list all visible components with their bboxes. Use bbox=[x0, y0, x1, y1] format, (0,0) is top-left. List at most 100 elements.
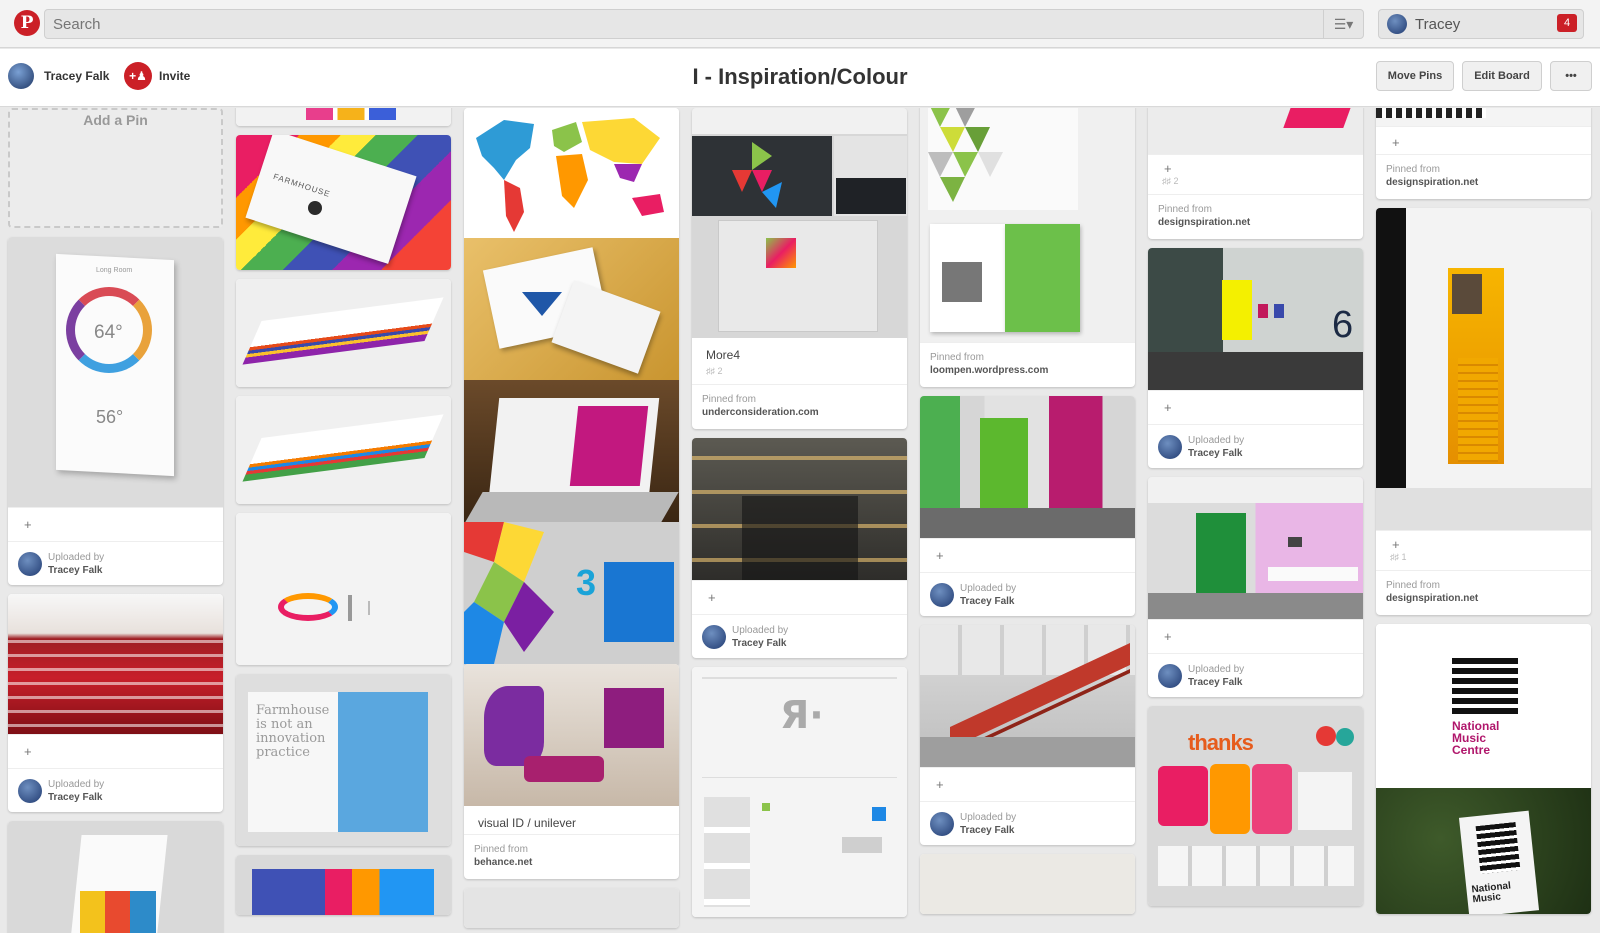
add-to-board-icon[interactable]: + bbox=[692, 580, 907, 614]
pin-image[interactable]: National Music Centre National Music bbox=[1376, 624, 1591, 914]
pin-image[interactable] bbox=[920, 396, 1135, 538]
add-to-board-icon[interactable]: + bbox=[920, 538, 1135, 572]
pin-source[interactable]: Pinned from designspiration.net bbox=[1376, 570, 1591, 615]
add-to-board-icon[interactable]: + bbox=[1148, 154, 1363, 176]
pin-card[interactable] bbox=[236, 279, 451, 387]
pin-card[interactable] bbox=[236, 513, 451, 665]
pin-column: Pinned from loompen.wordpress.com + Uplo… bbox=[920, 108, 1135, 923]
pin-image[interactable]: 3 bbox=[464, 522, 679, 664]
pin-image[interactable] bbox=[920, 854, 1135, 914]
mural-number: 3 bbox=[576, 562, 597, 603]
pin-uploader[interactable]: Uploaded by Tracey Falk bbox=[8, 768, 223, 812]
pin-card[interactable]: 3 bbox=[464, 522, 679, 664]
pin-uploader[interactable]: Uploaded by Tracey Falk bbox=[1148, 653, 1363, 697]
search-menu-icon[interactable]: ☰▾ bbox=[1323, 10, 1363, 38]
pin-uploader[interactable]: Uploaded by Tracey Falk bbox=[692, 614, 907, 658]
pin-card[interactable]: + Pinned from designspiration.net bbox=[1376, 108, 1591, 199]
pin-card[interactable]: + Uploaded by Tracey Falk bbox=[692, 438, 907, 658]
pin-uploader[interactable]: Uploaded by Tracey Falk bbox=[8, 541, 223, 585]
pin-image[interactable] bbox=[1376, 108, 1591, 126]
move-pins-button[interactable]: Move Pins bbox=[1376, 61, 1454, 91]
pin-image[interactable] bbox=[236, 855, 451, 915]
pin-image[interactable] bbox=[464, 380, 679, 522]
pin-source[interactable]: Pinned from behance.net bbox=[464, 834, 679, 879]
pin-column: 3 visual ID / unilever Pinned from behan… bbox=[464, 108, 679, 933]
pin-image[interactable]: FARMHOUSE bbox=[236, 135, 451, 270]
pin-card[interactable]: Farmhouse is not an innovation practice bbox=[236, 674, 451, 846]
pin-image[interactable] bbox=[464, 664, 679, 806]
pin-card[interactable]: visual ID / unilever Pinned from behance… bbox=[464, 664, 679, 879]
pin-image[interactable] bbox=[1148, 477, 1363, 619]
pin-image[interactable] bbox=[236, 279, 451, 387]
pin-card[interactable]: + Uploaded by Tracey Falk bbox=[920, 396, 1135, 616]
pin-card[interactable] bbox=[236, 396, 451, 504]
pin-card[interactable]: 6 + Uploaded by Tracey Falk bbox=[1148, 248, 1363, 468]
pin-uploader[interactable]: Uploaded by Tracey Falk bbox=[1148, 424, 1363, 468]
pin-image[interactable] bbox=[236, 108, 451, 126]
add-pin-button[interactable]: Add a Pin bbox=[8, 108, 223, 228]
add-to-board-icon[interactable]: + bbox=[8, 507, 223, 541]
pin-card[interactable]: Pinned from loompen.wordpress.com bbox=[920, 108, 1135, 387]
user-menu-button[interactable]: Tracey bbox=[1378, 9, 1584, 39]
pin-uploader[interactable]: Uploaded by Tracey Falk bbox=[920, 801, 1135, 845]
pin-image[interactable]: thanks bbox=[1148, 706, 1363, 906]
pin-card[interactable]: + Uploaded by Tracey Falk bbox=[920, 625, 1135, 845]
pin-image[interactable] bbox=[236, 396, 451, 504]
pin-card[interactable]: More4 ♯♯ 2 Pinned from underconsideratio… bbox=[692, 108, 907, 429]
pinterest-logo-icon[interactable]: P bbox=[14, 10, 40, 36]
pin-card[interactable]: Long Room 64° 56° + Uploaded by Tracey Fa… bbox=[8, 237, 223, 585]
pin-source[interactable]: Pinned from underconsideration.com bbox=[692, 384, 907, 429]
pin-card[interactable] bbox=[464, 888, 679, 928]
add-to-board-icon[interactable]: + bbox=[920, 767, 1135, 801]
add-to-board-icon[interactable]: + bbox=[1148, 390, 1363, 424]
pin-image[interactable] bbox=[1148, 108, 1363, 154]
pin-stats: ♯♯ 2 bbox=[1162, 176, 1179, 186]
pin-card[interactable]: thanks bbox=[1148, 706, 1363, 906]
pin-image[interactable] bbox=[464, 108, 679, 238]
pin-image[interactable]: Farmhouse is not an innovation practice bbox=[236, 674, 451, 846]
pin-card[interactable] bbox=[920, 854, 1135, 914]
pin-image[interactable] bbox=[1376, 208, 1591, 530]
pin-image[interactable] bbox=[464, 238, 679, 380]
pin-image[interactable] bbox=[236, 513, 451, 665]
pin-card[interactable]: + Uploaded by Tracey Falk bbox=[1148, 477, 1363, 697]
pin-card[interactable] bbox=[8, 821, 223, 933]
pin-image[interactable] bbox=[692, 108, 907, 338]
pin-image[interactable] bbox=[920, 625, 1135, 767]
pin-source[interactable]: Pinned from designspiration.net bbox=[1376, 154, 1591, 199]
pin-image[interactable]: Long Room 64° 56° bbox=[8, 237, 223, 507]
pin-source[interactable]: Pinned from loompen.wordpress.com bbox=[920, 342, 1135, 387]
notification-badge[interactable]: 4 bbox=[1557, 14, 1577, 32]
pin-image[interactable] bbox=[692, 438, 907, 580]
add-to-board-icon[interactable]: + bbox=[8, 734, 223, 768]
pin-card[interactable]: + Uploaded by Tracey Falk bbox=[8, 594, 223, 812]
pin-image[interactable] bbox=[464, 888, 679, 928]
add-to-board-icon[interactable]: + bbox=[1376, 126, 1591, 154]
pin-card[interactable]: + ♯♯ 2 Pinned from designspiration.net bbox=[1148, 108, 1363, 239]
pin-card[interactable]: FARMHOUSE bbox=[236, 135, 451, 270]
pin-card[interactable]: + ♯♯ 1 Pinned from designspiration.net bbox=[1376, 208, 1591, 615]
pin-card[interactable] bbox=[236, 108, 451, 126]
add-to-board-icon[interactable]: + bbox=[1148, 619, 1363, 653]
search-input[interactable] bbox=[45, 10, 1315, 38]
pin-card[interactable] bbox=[464, 238, 679, 380]
pin-image[interactable]: Я· bbox=[692, 667, 907, 917]
avatar bbox=[930, 582, 954, 607]
pin-image[interactable] bbox=[8, 594, 223, 734]
pin-source[interactable]: Pinned from designspiration.net bbox=[1148, 194, 1363, 239]
pin-image[interactable]: 6 bbox=[1148, 248, 1363, 390]
avatar bbox=[1387, 14, 1407, 34]
pin-card[interactable] bbox=[464, 108, 679, 238]
more-options-button[interactable]: ••• bbox=[1550, 61, 1592, 91]
pin-card[interactable]: Я· bbox=[692, 667, 907, 917]
pin-grid: Add a Pin Long Room 64° 56° + Uploaded b… bbox=[0, 108, 1600, 933]
pin-image[interactable] bbox=[920, 108, 1135, 342]
pin-card[interactable]: National Music Centre National Music bbox=[1376, 624, 1591, 914]
add-to-board-icon[interactable]: + bbox=[1376, 530, 1591, 552]
pin-card[interactable] bbox=[236, 855, 451, 915]
pin-card[interactable] bbox=[464, 380, 679, 522]
edit-board-button[interactable]: Edit Board bbox=[1462, 61, 1542, 91]
pin-uploader[interactable]: Uploaded by Tracey Falk bbox=[920, 572, 1135, 616]
avatar bbox=[18, 778, 42, 803]
pin-image[interactable] bbox=[8, 821, 223, 933]
